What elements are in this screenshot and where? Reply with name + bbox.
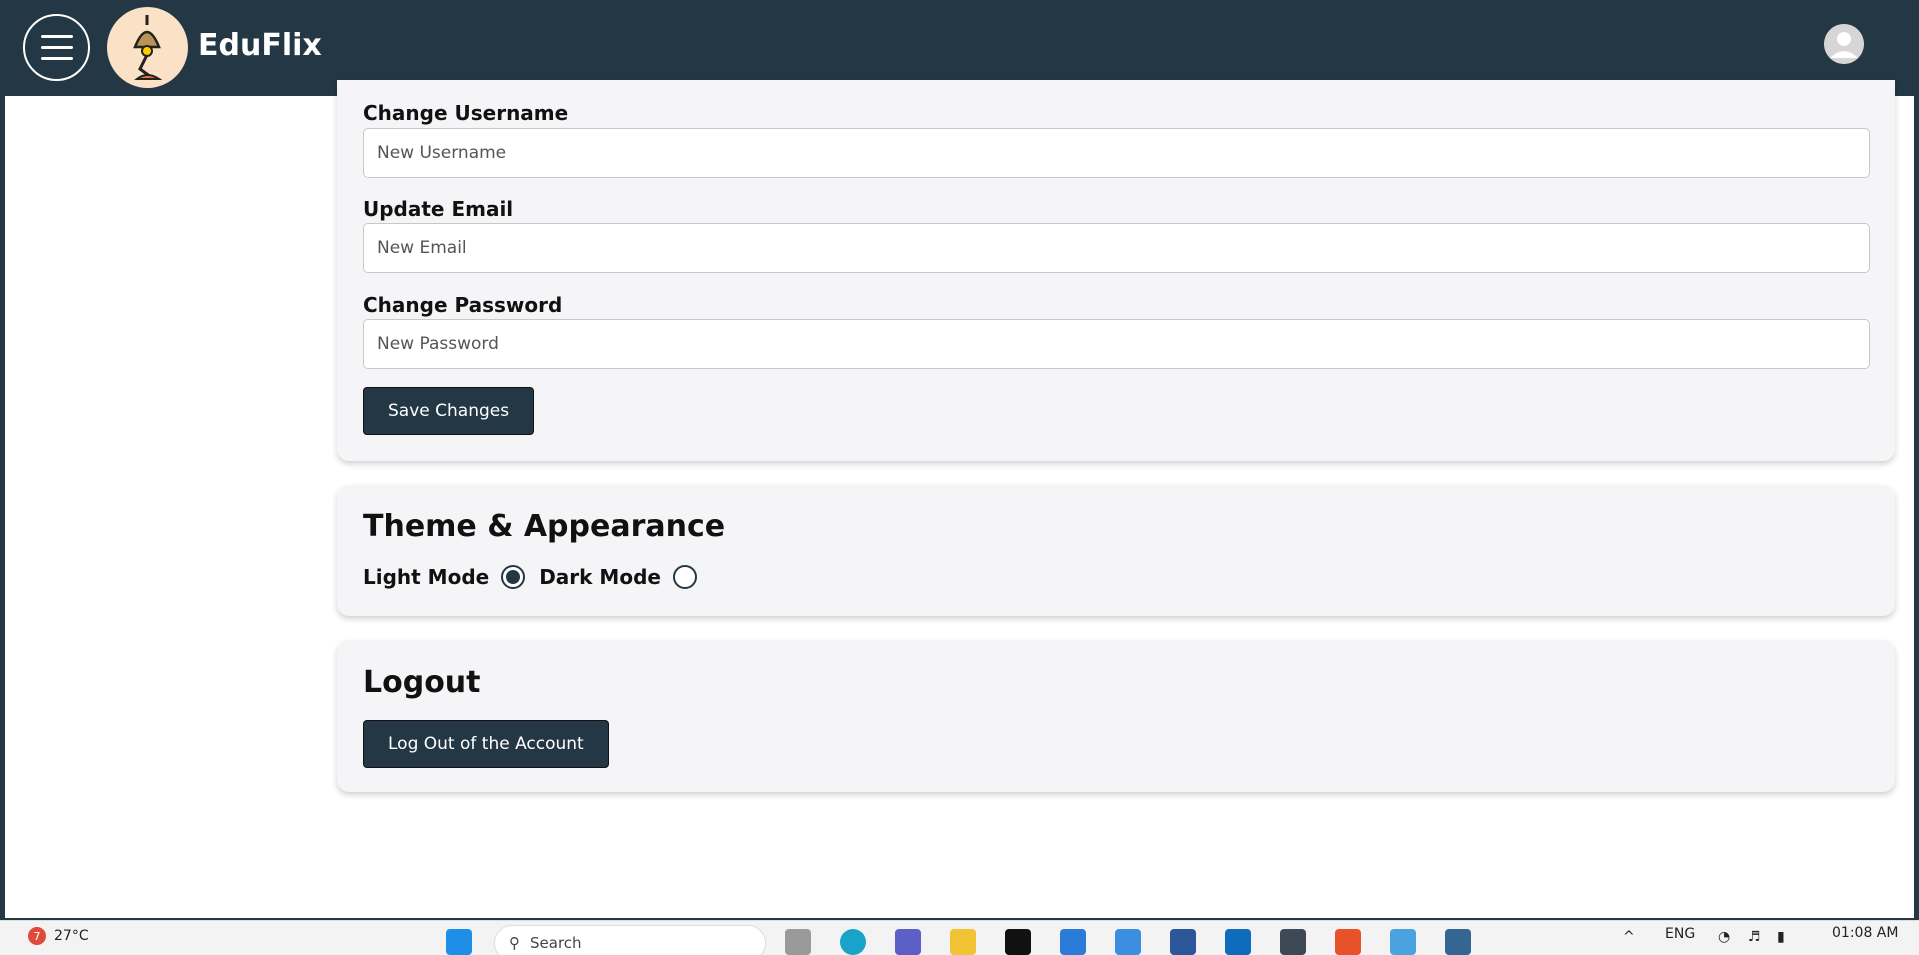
username-label: Change Username	[363, 101, 569, 125]
light-mode-label: Light Mode	[363, 565, 490, 589]
notepad-icon[interactable]	[1390, 929, 1416, 955]
account-settings-card: Change Username Update Email Change Pass…	[337, 80, 1895, 461]
windows-start-icon[interactable]	[446, 929, 472, 955]
clock-time[interactable]: 01:08 AM	[1832, 925, 1898, 941]
logout-title: Logout	[363, 665, 481, 700]
dark-mode-label: Dark Mode	[539, 565, 661, 589]
logout-card: Logout Log Out of the Account	[337, 640, 1895, 792]
taskbar-search-text: Search	[530, 934, 582, 952]
email-input[interactable]	[363, 223, 1870, 273]
intellij-icon[interactable]	[1005, 929, 1031, 955]
chevron-up-icon[interactable]: ^	[1623, 929, 1635, 945]
edge-browser-icon[interactable]	[840, 929, 866, 955]
volume-icon[interactable]: ♬	[1748, 929, 1761, 945]
brave-browser-icon[interactable]	[1335, 929, 1361, 955]
postgres-icon[interactable]	[1445, 929, 1471, 955]
username-input[interactable]	[363, 128, 1870, 178]
hamburger-icon	[40, 35, 73, 38]
vscode-icon[interactable]	[1060, 929, 1086, 955]
menu-button[interactable]	[23, 14, 90, 81]
search-icon: ⚲	[509, 934, 520, 952]
task-view-icon[interactable]	[785, 929, 811, 955]
theme-options: Light Mode Dark Mode	[363, 565, 711, 589]
desk-lamp-logo-icon[interactable]	[107, 7, 188, 88]
user-avatar-icon[interactable]	[1824, 24, 1864, 64]
taskbar-search[interactable]: ⚲ Search	[494, 925, 766, 955]
file-explorer-icon[interactable]	[950, 929, 976, 955]
language-indicator[interactable]: ENG	[1665, 926, 1695, 942]
dark-mode-radio[interactable]	[672, 565, 697, 589]
store-icon[interactable]	[1115, 929, 1141, 955]
password-label: Change Password	[363, 293, 563, 317]
app-shield-icon[interactable]	[1280, 929, 1306, 955]
page-frame-right	[1914, 96, 1919, 920]
email-label: Update Email	[363, 197, 514, 221]
weather-widget[interactable]: 7 27°C	[28, 927, 89, 945]
os-taskbar: 7 27°C ⚲ Search ^ ENG ◔ ♬ ▮ 01:08 AM	[0, 920, 1919, 955]
brand-name[interactable]: EduFlix	[198, 28, 322, 63]
word-icon[interactable]	[1170, 929, 1196, 955]
light-mode-radio[interactable]	[501, 565, 526, 589]
temperature-text: 27°C	[54, 928, 89, 944]
battery-icon[interactable]: ▮	[1777, 929, 1785, 945]
page-frame-left	[0, 96, 5, 920]
weather-badge: 7	[28, 927, 46, 945]
theme-card: Theme & Appearance Light Mode Dark Mode	[337, 485, 1895, 616]
theme-title: Theme & Appearance	[363, 509, 726, 544]
wifi-icon[interactable]: ◔	[1718, 929, 1730, 945]
teams-icon[interactable]	[895, 929, 921, 955]
password-input[interactable]	[363, 319, 1870, 369]
outlook-icon[interactable]	[1225, 929, 1251, 955]
log-out-button[interactable]: Log Out of the Account	[363, 720, 609, 768]
save-changes-button[interactable]: Save Changes	[363, 387, 535, 435]
